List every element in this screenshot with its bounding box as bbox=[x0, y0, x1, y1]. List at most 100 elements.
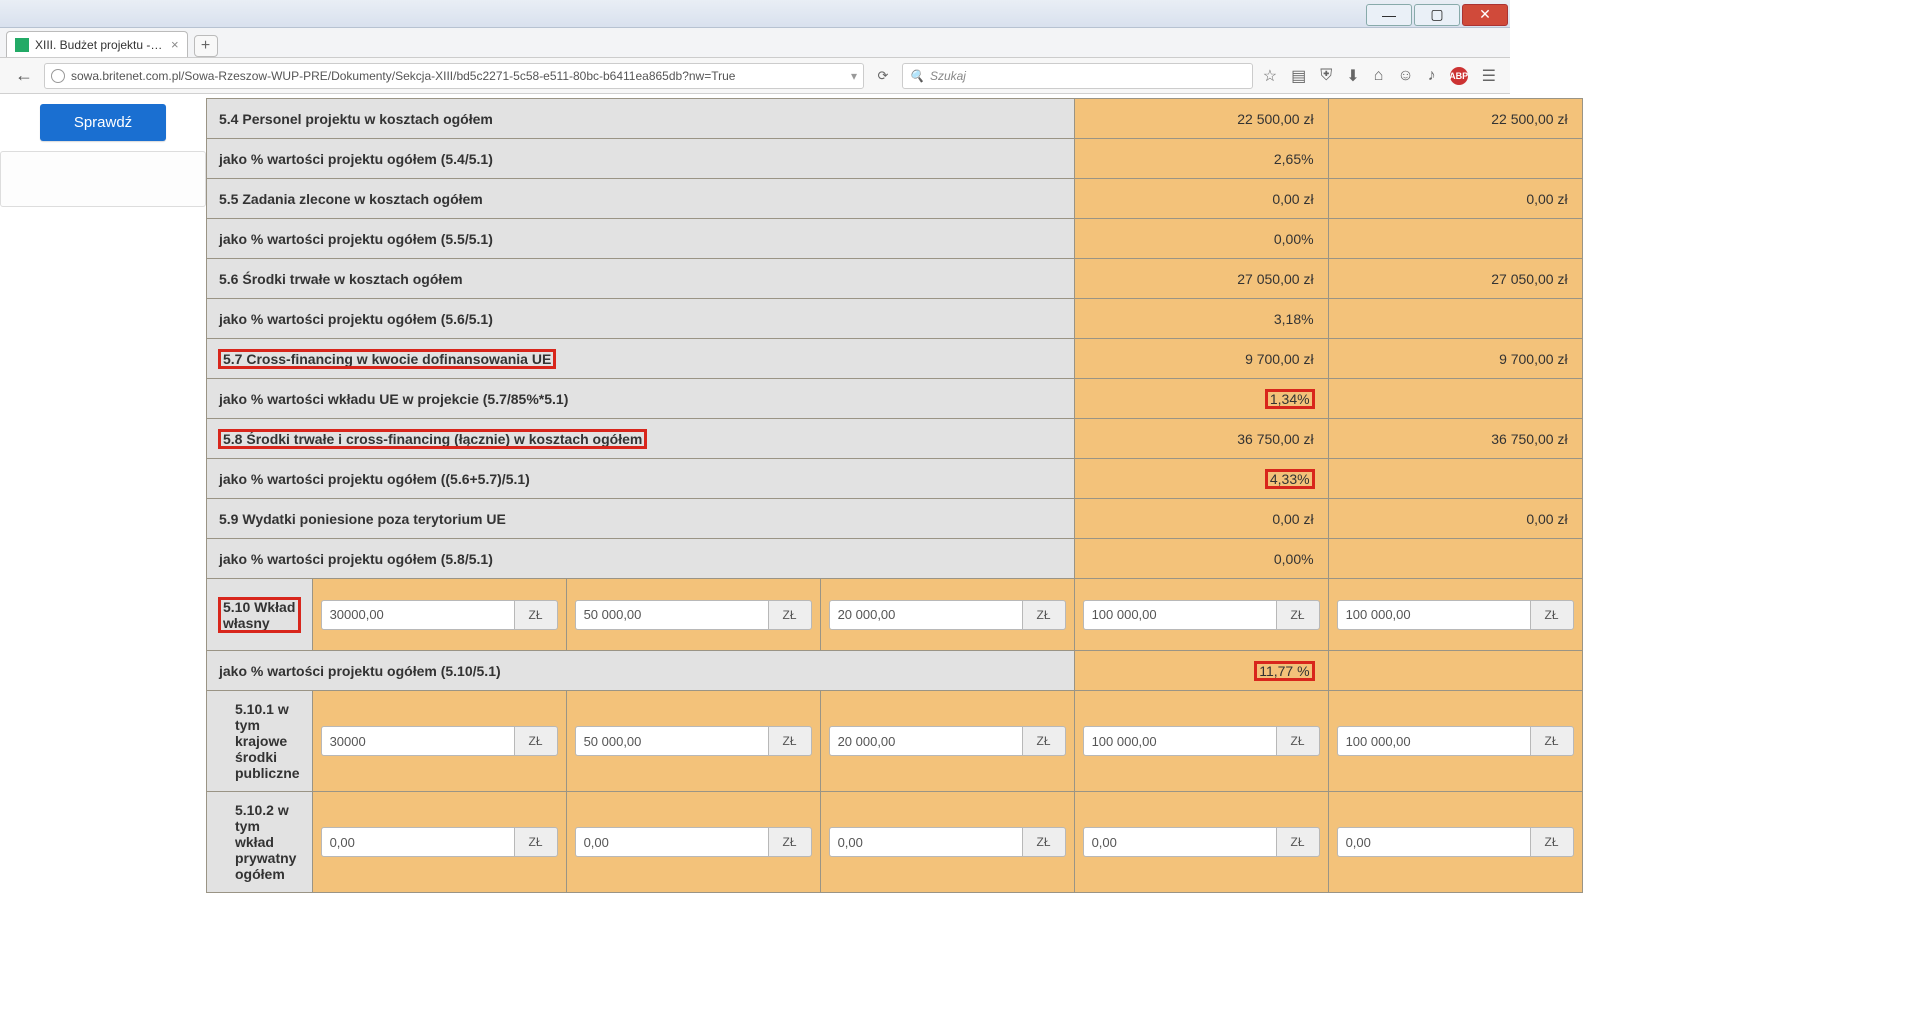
table-row: jako % wartości projektu ogółem (5.8/5.1… bbox=[207, 539, 1583, 579]
notifications-icon[interactable]: ♪ bbox=[1428, 67, 1436, 85]
url-bar[interactable]: sowa.britenet.com.pl/Sowa-Rzeszow-WUP-PR… bbox=[44, 63, 864, 89]
row-value bbox=[1328, 139, 1582, 179]
highlight: 5.7 Cross-financing w kwocie dofinansowa… bbox=[219, 350, 555, 368]
amount-input[interactable] bbox=[1083, 827, 1276, 857]
budget-table: 5.4 Personel projektu w kosztach ogółem … bbox=[206, 98, 1583, 893]
menu-icon[interactable]: ☰ bbox=[1482, 66, 1496, 86]
row-value bbox=[1328, 299, 1582, 339]
unit-label: ZŁ bbox=[1022, 827, 1066, 857]
row-label: 5.10.2 w tym wkład prywatny ogółem bbox=[207, 792, 313, 893]
unit-label: ZŁ bbox=[514, 726, 558, 756]
row-value: 0,00 zł bbox=[1328, 179, 1582, 219]
table-row: 5.8 Środki trwałe i cross-financing (łąc… bbox=[207, 419, 1583, 459]
sidebar: Sprawdź bbox=[0, 98, 206, 207]
check-button[interactable]: Sprawdź bbox=[40, 104, 166, 141]
highlight: 5.10 Wkład własny bbox=[219, 598, 300, 632]
row-value: 0,00% bbox=[1074, 539, 1328, 579]
downloads-icon[interactable]: ⬇ bbox=[1346, 66, 1359, 86]
amount-input[interactable] bbox=[829, 600, 1022, 630]
page-content: Sprawdź 5.4 Personel projektu w kosztach… bbox=[0, 94, 1510, 893]
table-row: 5.10 Wkład własny ZŁ ZŁ ZŁ ZŁ ZŁ bbox=[207, 579, 1583, 651]
amount-input[interactable] bbox=[1337, 827, 1530, 857]
row-value bbox=[1328, 459, 1582, 499]
unit-label: ZŁ bbox=[768, 600, 812, 630]
bookmark-star-icon[interactable]: ☆ bbox=[1263, 66, 1277, 86]
unit-label: ZŁ bbox=[1022, 600, 1066, 630]
new-tab-button[interactable]: + bbox=[194, 35, 218, 57]
browser-tabstrip: XIII. Budżet projektu - LSI ... × + bbox=[0, 28, 1510, 58]
search-box[interactable]: 🔍 Szukaj bbox=[902, 63, 1253, 89]
highlight: 4,33% bbox=[1266, 470, 1314, 488]
window-close-button[interactable]: ✕ bbox=[1462, 4, 1508, 26]
pocket-icon[interactable]: ⛨ bbox=[1320, 67, 1332, 85]
row-value: 4,33% bbox=[1074, 459, 1328, 499]
home-icon[interactable]: ⌂ bbox=[1374, 67, 1384, 85]
row-label: 5.6 Środki trwałe w kosztach ogółem bbox=[207, 259, 1075, 299]
row-label: 5.5 Zadania zlecone w kosztach ogółem bbox=[207, 179, 1075, 219]
row-label: jako % wartości wkładu UE w projekcie (5… bbox=[207, 379, 1075, 419]
window-minimize-button[interactable]: — bbox=[1366, 4, 1412, 26]
row-value: 36 750,00 zł bbox=[1328, 419, 1582, 459]
row-value: 0,00% bbox=[1074, 219, 1328, 259]
table-row: 5.4 Personel projektu w kosztach ogółem … bbox=[207, 99, 1583, 139]
browser-tab[interactable]: XIII. Budżet projektu - LSI ... × bbox=[6, 31, 188, 57]
table-row: 5.9 Wydatki poniesione poza terytorium U… bbox=[207, 499, 1583, 539]
row-value: 0,00 zł bbox=[1074, 499, 1328, 539]
row-label: 5.10.1 w tym krajowe środki publiczne bbox=[207, 691, 313, 792]
budget-table-container: 5.4 Personel projektu w kosztach ogółem … bbox=[206, 98, 1609, 893]
row-label: jako % wartości projektu ogółem (5.5/5.1… bbox=[207, 219, 1075, 259]
table-row: 5.7 Cross-financing w kwocie dofinansowa… bbox=[207, 339, 1583, 379]
amount-input[interactable] bbox=[321, 726, 514, 756]
amount-input[interactable] bbox=[829, 827, 1022, 857]
abp-icon[interactable]: ABP bbox=[1450, 67, 1468, 85]
window-titlebar: — ▢ ✕ bbox=[0, 0, 1510, 28]
row-value: 9 700,00 zł bbox=[1328, 339, 1582, 379]
back-button[interactable]: ← bbox=[10, 62, 38, 90]
amount-input[interactable] bbox=[575, 726, 768, 756]
row-value: 27 050,00 zł bbox=[1074, 259, 1328, 299]
unit-label: ZŁ bbox=[1530, 827, 1574, 857]
row-value: 22 500,00 zł bbox=[1074, 99, 1328, 139]
amount-input[interactable] bbox=[1337, 600, 1530, 630]
row-label: 5.9 Wydatki poniesione poza terytorium U… bbox=[207, 499, 1075, 539]
row-label: 5.8 Środki trwałe i cross-financing (łąc… bbox=[207, 419, 1075, 459]
row-label: jako % wartości projektu ogółem (5.6/5.1… bbox=[207, 299, 1075, 339]
amount-input[interactable] bbox=[1083, 726, 1276, 756]
highlight: 5.8 Środki trwałe i cross-financing (łąc… bbox=[219, 430, 646, 448]
table-row: jako % wartości projektu ogółem (5.6/5.1… bbox=[207, 299, 1583, 339]
unit-label: ZŁ bbox=[768, 827, 812, 857]
amount-input[interactable] bbox=[575, 600, 768, 630]
site-identity-icon bbox=[51, 69, 65, 83]
tab-title: XIII. Budżet projektu - LSI ... bbox=[35, 38, 165, 52]
window-maximize-button[interactable]: ▢ bbox=[1414, 4, 1460, 26]
amount-input[interactable] bbox=[1083, 600, 1276, 630]
table-row: jako % wartości projektu ogółem (5.10/5.… bbox=[207, 651, 1583, 691]
row-label: jako % wartości projektu ogółem (5.4/5.1… bbox=[207, 139, 1075, 179]
chat-icon[interactable]: ☺ bbox=[1397, 67, 1413, 85]
row-value: 22 500,00 zł bbox=[1328, 99, 1582, 139]
reload-button[interactable]: ⟳ bbox=[870, 68, 896, 84]
row-label: jako % wartości projektu ogółem (5.10/5.… bbox=[207, 651, 1075, 691]
unit-label: ZŁ bbox=[1276, 600, 1320, 630]
amount-input[interactable] bbox=[321, 600, 514, 630]
table-row: 5.6 Środki trwałe w kosztach ogółem 27 0… bbox=[207, 259, 1583, 299]
row-value bbox=[1328, 379, 1582, 419]
amount-input[interactable] bbox=[321, 827, 514, 857]
dropdown-icon[interactable]: ▾ bbox=[851, 69, 857, 83]
amount-input[interactable] bbox=[575, 827, 768, 857]
row-value: 0,00 zł bbox=[1074, 179, 1328, 219]
tab-close-icon[interactable]: × bbox=[171, 37, 179, 52]
amount-input[interactable] bbox=[829, 726, 1022, 756]
unit-label: ZŁ bbox=[1022, 726, 1066, 756]
url-text: sowa.britenet.com.pl/Sowa-Rzeszow-WUP-PR… bbox=[71, 69, 735, 83]
favicon-icon bbox=[15, 38, 29, 52]
table-row: jako % wartości wkładu UE w projekcie (5… bbox=[207, 379, 1583, 419]
amount-input[interactable] bbox=[1337, 726, 1530, 756]
toolbar-icons: ☆ ▤ ⛨ ⬇ ⌂ ☺ ♪ ABP ☰ bbox=[1259, 66, 1500, 86]
reading-list-icon[interactable]: ▤ bbox=[1291, 66, 1306, 86]
row-value: 9 700,00 zł bbox=[1074, 339, 1328, 379]
sidebar-card bbox=[0, 151, 206, 207]
table-row: jako % wartości projektu ogółem (5.5/5.1… bbox=[207, 219, 1583, 259]
row-value: 27 050,00 zł bbox=[1328, 259, 1582, 299]
row-label: 5.7 Cross-financing w kwocie dofinansowa… bbox=[207, 339, 1075, 379]
